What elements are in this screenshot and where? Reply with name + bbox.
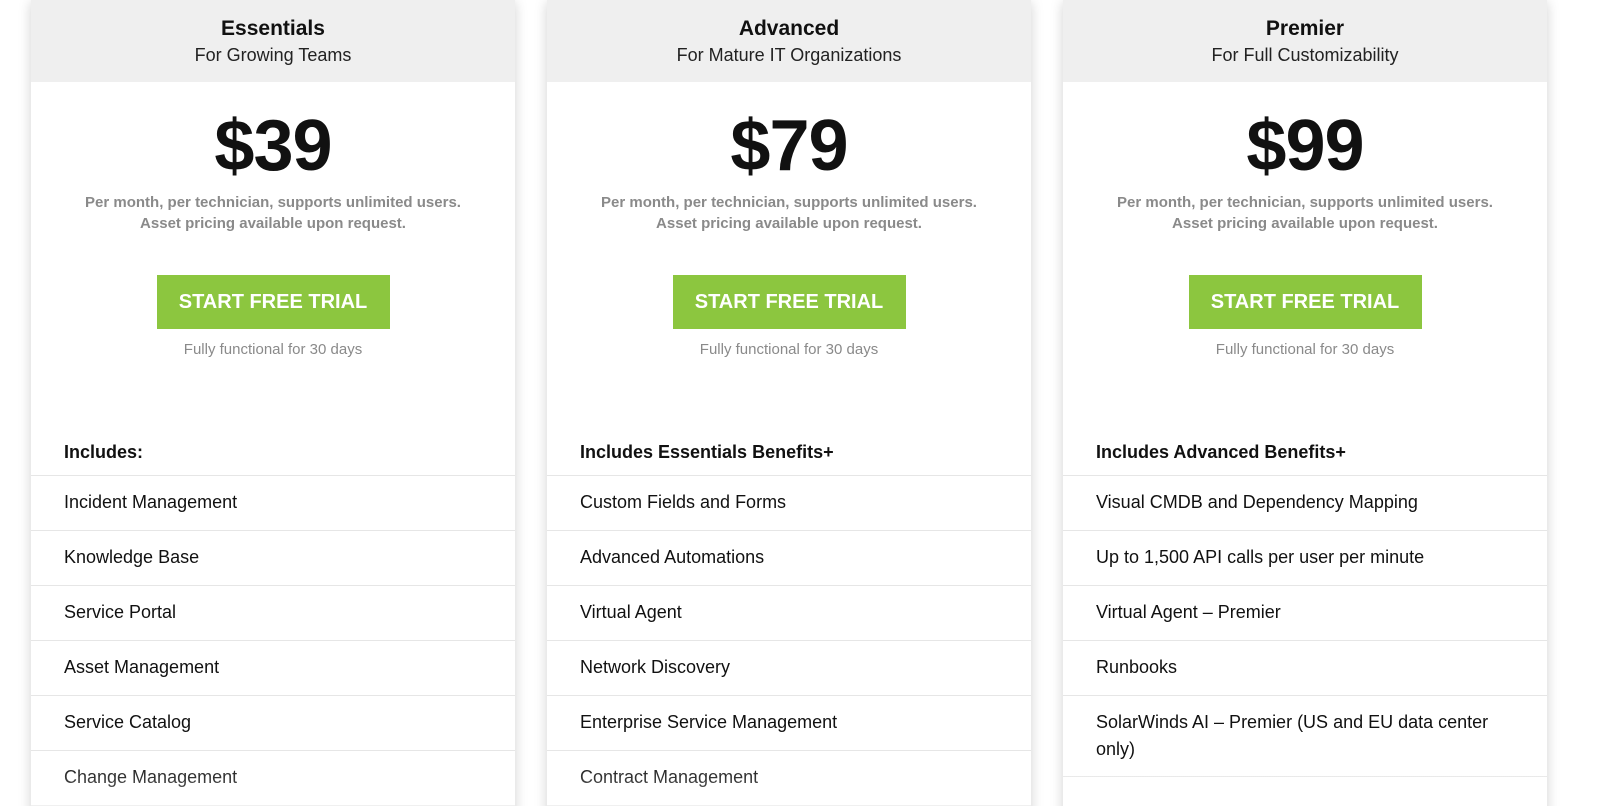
feature-item: Virtual Agent (547, 586, 1031, 641)
price-note: Per month, per technician, supports unli… (547, 192, 1031, 234)
feature-item: Enterprise Service Management (547, 696, 1031, 751)
price-note-line-2: Asset pricing available upon request. (140, 215, 406, 232)
cta-wrap: START FREE TRIAL (1063, 275, 1547, 329)
feature-item: Service Catalog (31, 696, 515, 751)
feature-item: Network Discovery (547, 641, 1031, 696)
price-note-line-1: Per month, per technician, supports unli… (601, 194, 977, 211)
feature-item: Custom Fields and Forms (547, 476, 1031, 531)
feature-item: Up to 1,500 API calls per user per minut… (1063, 531, 1547, 586)
plan-price: $39 (214, 106, 332, 186)
price-note-line-2: Asset pricing available upon request. (1172, 215, 1438, 232)
price-note-line-1: Per month, per technician, supports unli… (1117, 194, 1493, 211)
plan-header: Essentials For Growing Teams (31, 0, 515, 82)
price-note: Per month, per technician, supports unli… (31, 192, 515, 234)
start-free-trial-button[interactable]: START FREE TRIAL (156, 275, 390, 329)
cta-wrap: START FREE TRIAL (31, 275, 515, 329)
feature-list: Includes Essentials Benefits+ Custom Fie… (547, 430, 1031, 806)
start-free-trial-button[interactable]: START FREE TRIAL (672, 275, 906, 329)
price-note-line-1: Per month, per technician, supports unli… (85, 194, 461, 211)
plan-name: Advanced (738, 17, 840, 40)
feature-list-heading: Includes Advanced Benefits+ (1063, 430, 1547, 476)
feature-item: Knowledge Base (31, 531, 515, 586)
plan-name: Essentials (221, 17, 325, 40)
feature-item: Change Management (31, 751, 515, 806)
plan-price: $99 (1246, 106, 1364, 186)
plan-card-essentials: Essentials For Growing Teams $39 Per mon… (31, 0, 515, 806)
plan-subtitle: For Full Customizability (1211, 45, 1399, 65)
feature-item: Visual CMDB and Dependency Mapping (1063, 476, 1547, 531)
plan-card-advanced: Advanced For Mature IT Organizations $79… (547, 0, 1031, 806)
price-note: Per month, per technician, supports unli… (1063, 192, 1547, 234)
plan-header: Advanced For Mature IT Organizations (547, 0, 1031, 82)
price-note-line-2: Asset pricing available upon request. (656, 215, 922, 232)
plan-card-premier: Premier For Full Customizability $99 Per… (1063, 0, 1547, 806)
pricing-page: Essentials For Growing Teams $39 Per mon… (0, 0, 1600, 806)
feature-list: Includes: Incident Management Knowledge … (31, 430, 515, 806)
trial-note: Fully functional for 30 days (1215, 341, 1395, 358)
plan-subtitle: For Mature IT Organizations (676, 45, 902, 65)
trial-note: Fully functional for 30 days (183, 341, 363, 358)
feature-item: Advanced Automations (547, 531, 1031, 586)
plan-subtitle: For Growing Teams (194, 45, 352, 65)
feature-list-heading: Includes Essentials Benefits+ (547, 430, 1031, 476)
plan-name: Premier (1265, 17, 1345, 40)
feature-item: Service Portal (31, 586, 515, 641)
feature-item: Runbooks (1063, 641, 1547, 696)
feature-list-heading: Includes: (31, 430, 515, 476)
start-free-trial-button[interactable]: START FREE TRIAL (1188, 275, 1422, 329)
feature-item: Contract Management (547, 751, 1031, 806)
plan-header: Premier For Full Customizability (1063, 0, 1547, 82)
feature-item: Virtual Agent – Premier (1063, 586, 1547, 641)
cta-wrap: START FREE TRIAL (547, 275, 1031, 329)
feature-item: Incident Management (31, 476, 515, 531)
plan-price: $79 (730, 106, 848, 186)
trial-note: Fully functional for 30 days (699, 341, 879, 358)
feature-item: SolarWinds AI – Premier (US and EU data … (1063, 696, 1547, 777)
feature-list: Includes Advanced Benefits+ Visual CMDB … (1063, 430, 1547, 777)
feature-item: Asset Management (31, 641, 515, 696)
